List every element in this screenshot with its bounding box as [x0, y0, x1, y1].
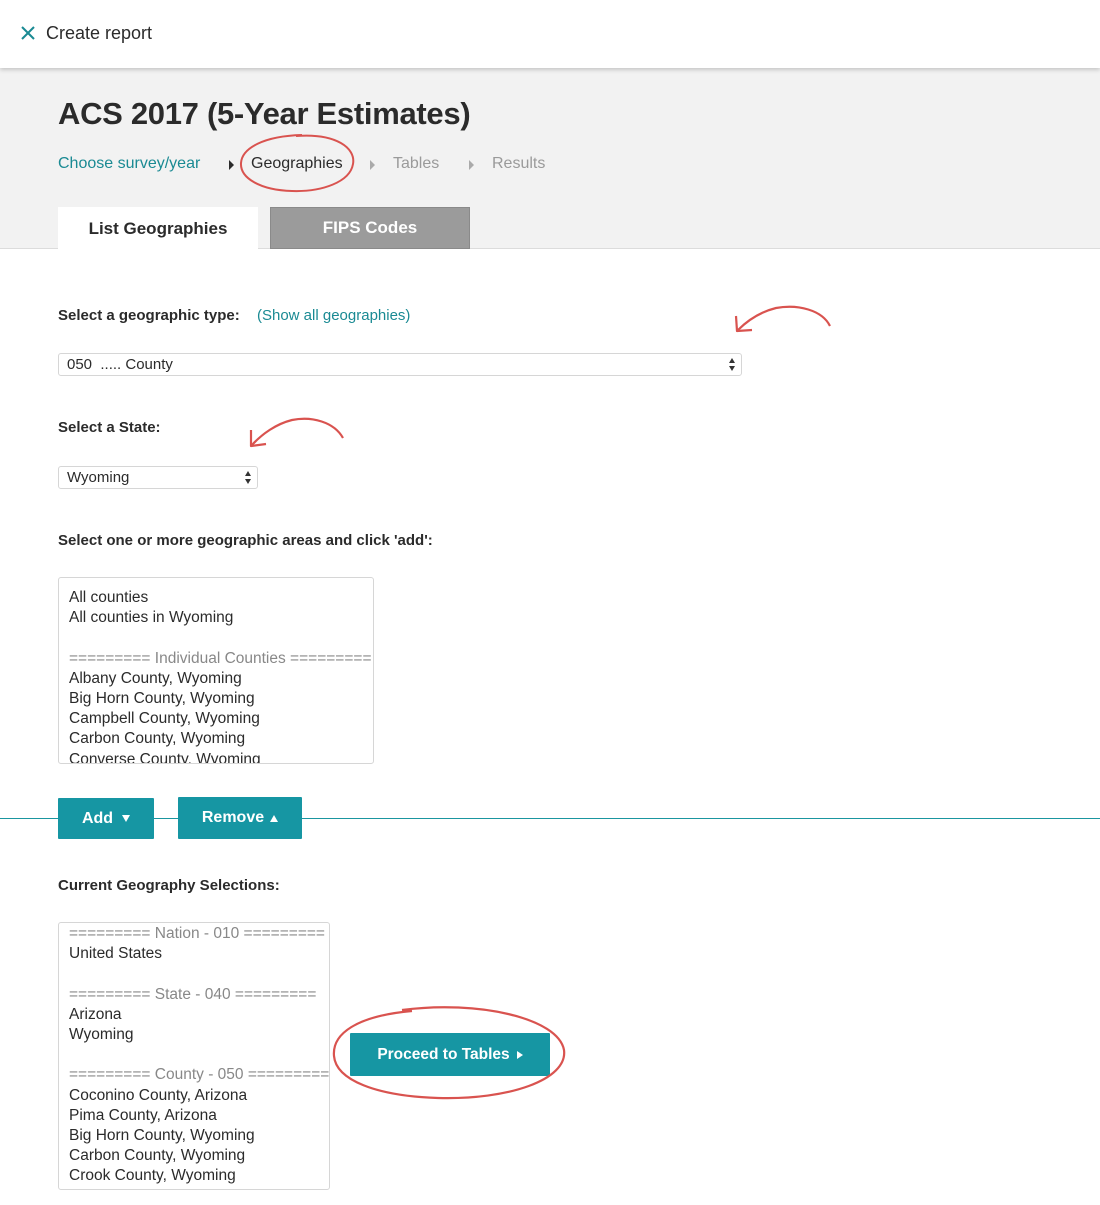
select-arrows-icon — [729, 358, 736, 372]
state-select[interactable]: Wyoming — [58, 466, 258, 489]
breadcrumb-tables: Tables — [393, 155, 440, 172]
state-selected-value: Wyoming — [67, 469, 130, 486]
areas-listbox[interactable]: All counties All counties in Wyoming ===… — [58, 577, 374, 764]
list-separator: ========= Individual Counties ========= — [69, 649, 372, 667]
tab-fips-codes[interactable]: FIPS Codes — [270, 207, 470, 249]
areas-label: Select one or more geographic areas and … — [58, 532, 433, 549]
list-separator: ========= State - 040 ========= — [69, 985, 317, 1003]
add-button-label: Add — [81, 809, 114, 827]
page-title: ACS 2017 (5-Year Estimates) — [58, 96, 471, 131]
list-item[interactable]: Carbon County, Wyoming — [69, 729, 373, 749]
list-item[interactable]: Coconino County, Arizona — [69, 1086, 329, 1106]
list-separator: ========= Nation - 010 ========= — [69, 925, 325, 942]
list-item[interactable]: Big Horn County, Wyoming — [69, 1126, 329, 1146]
show-all-geographies-link[interactable]: (Show all geographies) — [257, 307, 410, 324]
topbar-title: Create report — [46, 23, 153, 43]
annotation-arrow-state — [249, 417, 344, 448]
breadcrumb: Choose survey/year Geographies Tables Re… — [58, 155, 658, 175]
list-item[interactable]: Albany County, Wyoming — [69, 669, 373, 689]
chevron-right-icon — [370, 160, 375, 170]
remove-button-label: Remove — [201, 809, 265, 826]
list-item[interactable]: Carbon County, Wyoming — [69, 1146, 329, 1166]
select-arrows-icon — [245, 471, 252, 485]
caret-down-icon — [122, 815, 131, 822]
list-item[interactable]: All counties in Wyoming — [69, 608, 373, 628]
tab-list-geographies[interactable]: List Geographies — [58, 207, 258, 250]
list-item[interactable]: Crook County, Wyoming — [69, 1166, 329, 1186]
breadcrumb-geographies[interactable]: Geographies — [251, 155, 343, 173]
caret-up-icon — [270, 814, 279, 822]
list-item[interactable]: Big Horn County, Wyoming — [69, 689, 373, 709]
add-button[interactable]: Add — [58, 798, 154, 839]
breadcrumb-choose-survey[interactable]: Choose survey/year — [58, 155, 200, 173]
selections-label: Current Geography Selections: — [58, 877, 280, 894]
list-item[interactable]: United States — [69, 944, 329, 964]
list-item[interactable]: Wyoming — [69, 1025, 329, 1045]
geo-type-select[interactable]: 050 ..... County — [58, 353, 742, 376]
list-item[interactable]: Pima County, Arizona — [69, 1106, 329, 1126]
chevron-right-icon — [469, 160, 474, 170]
top-bar: Create report — [0, 0, 1100, 68]
list-item[interactable]: All counties — [69, 588, 373, 608]
remove-button[interactable]: Remove — [178, 797, 302, 839]
annotation-arrow-geo-type — [734, 305, 831, 333]
state-label: Select a State: — [58, 419, 161, 436]
list-item[interactable]: Converse County, Wyoming — [69, 750, 373, 764]
caret-right-icon — [516, 1050, 523, 1059]
close-icon[interactable] — [18, 22, 40, 44]
list-separator: ========= County - 050 ========= — [69, 1066, 330, 1084]
geo-type-selected-value: 050 ..... County — [67, 356, 173, 373]
list-item[interactable]: Arizona — [69, 1005, 329, 1025]
chevron-right-icon — [229, 160, 234, 170]
selections-listbox[interactable]: ========= Nation - 010 ========= United … — [58, 922, 330, 1190]
breadcrumb-results: Results — [492, 155, 546, 172]
section-divider — [0, 818, 1100, 819]
header: ACS 2017 (5-Year Estimates) Choose surve… — [0, 68, 1100, 250]
geo-type-label: Select a geographic type: — [58, 307, 240, 324]
list-item[interactable]: Campbell County, Wyoming — [69, 709, 373, 729]
proceed-to-tables-button[interactable]: Proceed to Tables — [350, 1033, 550, 1076]
proceed-button-label: Proceed to Tables — [377, 1045, 510, 1063]
